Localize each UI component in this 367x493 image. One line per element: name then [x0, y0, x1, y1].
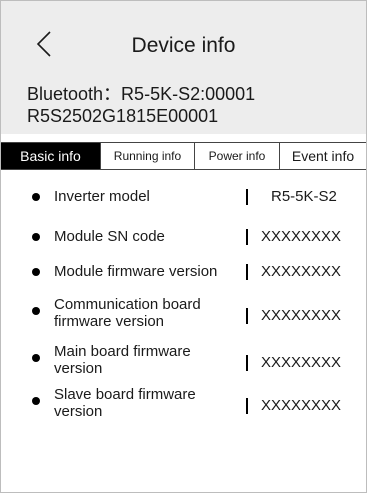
- separator: [246, 189, 248, 205]
- row-label-line-1: Main board firmware: [54, 343, 191, 360]
- separator: [246, 264, 248, 280]
- tab-bar: Basic info Running info Power info Event…: [1, 142, 366, 170]
- tab-running-info[interactable]: Running info: [101, 143, 195, 169]
- info-row-module-firmware: Module firmware version XXXXXXXX: [1, 261, 366, 285]
- row-value: XXXXXXXX: [261, 228, 342, 245]
- device-info-screen: Device info Bluetooth：R5-5K-S2:00001 R5S…: [0, 0, 367, 493]
- separator: [246, 308, 248, 324]
- device-serial: R5S2502G1815E00001: [27, 106, 219, 126]
- bullet-icon: [32, 354, 40, 362]
- row-value: R5-5K-S2: [271, 188, 337, 205]
- row-value: XXXXXXXX: [261, 263, 342, 280]
- info-row-main-board-firmware: Main board firmware version XXXXXXXX: [1, 343, 366, 379]
- tab-event-info[interactable]: Event info: [280, 143, 366, 169]
- row-label-line-2: version: [54, 360, 103, 377]
- row-value: XXXXXXXX: [261, 354, 342, 371]
- row-label-line-2: version: [54, 403, 103, 420]
- separator: [246, 355, 248, 371]
- bullet-icon: [32, 397, 40, 405]
- row-label: Module SN code: [54, 228, 165, 245]
- info-row-module-sn: Module SN code XXXXXXXX: [1, 226, 366, 250]
- info-row-inverter-model: Inverter model R5-5K-S2: [1, 186, 366, 210]
- row-label: Module firmware version: [54, 263, 218, 280]
- bullet-icon: [32, 233, 40, 241]
- bluetooth-id: Bluetooth：R5-5K-S2:00001: [27, 84, 256, 104]
- tab-power-info[interactable]: Power info: [195, 143, 280, 169]
- header-panel: Device info Bluetooth：R5-5K-S2:00001 R5S…: [1, 1, 366, 134]
- row-label-line-1: Slave board firmware: [54, 386, 196, 403]
- separator: [246, 398, 248, 414]
- tab-basic-info[interactable]: Basic info: [1, 143, 101, 169]
- bullet-icon: [32, 268, 40, 276]
- bullet-icon: [32, 307, 40, 315]
- page-title: Device info: [131, 34, 236, 57]
- info-row-slave-board-firmware: Slave board firmware version XXXXXXXX: [1, 386, 366, 422]
- row-value: XXXXXXXX: [261, 307, 342, 324]
- row-value: XXXXXXXX: [261, 397, 342, 414]
- row-label: Inverter model: [54, 188, 150, 205]
- separator: [246, 229, 248, 245]
- row-label-line-1: Communication board: [54, 296, 201, 313]
- bullet-icon: [32, 193, 40, 201]
- info-row-comm-board-firmware: Communication board firmware version XXX…: [1, 296, 366, 332]
- row-label-line-2: firmware version: [54, 313, 165, 330]
